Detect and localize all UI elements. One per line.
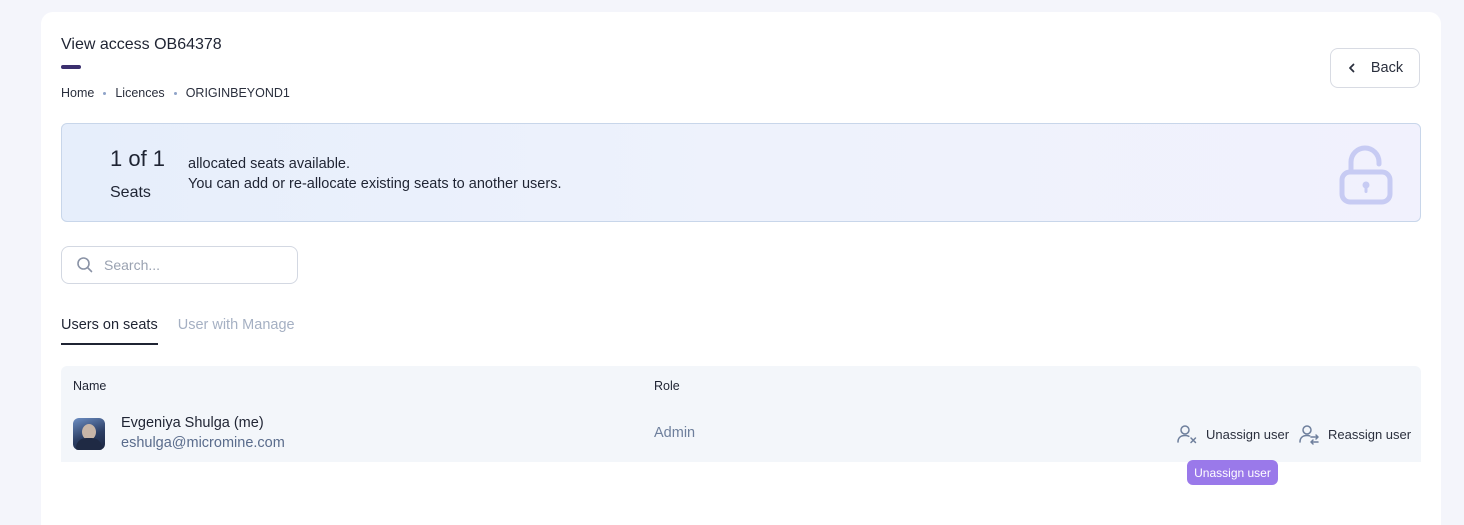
reassign-user-button[interactable]: Reassign user [1298, 423, 1411, 445]
unassign-user-button[interactable]: Unassign user [1176, 423, 1289, 445]
seats-description-line1: allocated seats available. [188, 156, 351, 172]
page-title: View access OB64378 [61, 36, 222, 53]
tab-users-on-seats[interactable]: Users on seats [61, 317, 158, 345]
main-card: View access OB64378 Home Licences ORIGIN… [41, 12, 1441, 525]
title-underline [61, 65, 81, 69]
back-button-label: Back [1370, 60, 1404, 76]
avatar [73, 418, 105, 450]
breadcrumb-separator [173, 91, 177, 95]
search-icon [77, 257, 93, 273]
column-header-name: Name [73, 379, 107, 393]
seats-count: 1 of 1 [110, 146, 166, 171]
user-name: Evgeniya Shulga (me) [121, 415, 264, 431]
seats-description-line2: You can add or re-allocate existing seat… [188, 176, 562, 192]
breadcrumb: Home Licences ORIGINBEYOND1 [61, 86, 290, 100]
column-header-role: Role [654, 379, 680, 393]
seats-label: Seats [110, 184, 151, 201]
back-button[interactable]: Back [1330, 48, 1420, 88]
breadcrumb-licences[interactable]: Licences [115, 86, 164, 100]
user-remove-icon [1177, 425, 1197, 444]
reassign-user-label: Reassign user [1328, 426, 1412, 442]
breadcrumb-home[interactable]: Home [61, 86, 94, 100]
tab-user-with-manage[interactable]: User with Manage [178, 317, 295, 345]
seats-banner: 1 of 1 Seats allocated seats available. … [61, 123, 1421, 222]
chevron-left-icon [1348, 63, 1355, 73]
user-role: Admin [654, 425, 696, 441]
user-swap-icon [1299, 425, 1319, 445]
seats-description: allocated seats available. You can add o… [188, 154, 561, 194]
unassign-user-label: Unassign user [1206, 426, 1290, 442]
user-email: eshulga@micromine.com [121, 435, 285, 451]
users-table: Name Role Evgeniya Shulga (me) eshulga@m… [61, 366, 1421, 462]
breadcrumb-separator [103, 91, 107, 95]
breadcrumb-current: ORIGINBEYOND1 [185, 86, 290, 100]
search-field[interactable] [61, 246, 298, 284]
tabs: Users on seats User with Manage [61, 317, 295, 345]
unlocked-padlock-icon [1339, 145, 1393, 205]
unassign-user-tooltip: Unassign user [1187, 460, 1278, 485]
search-input[interactable] [104, 257, 284, 273]
